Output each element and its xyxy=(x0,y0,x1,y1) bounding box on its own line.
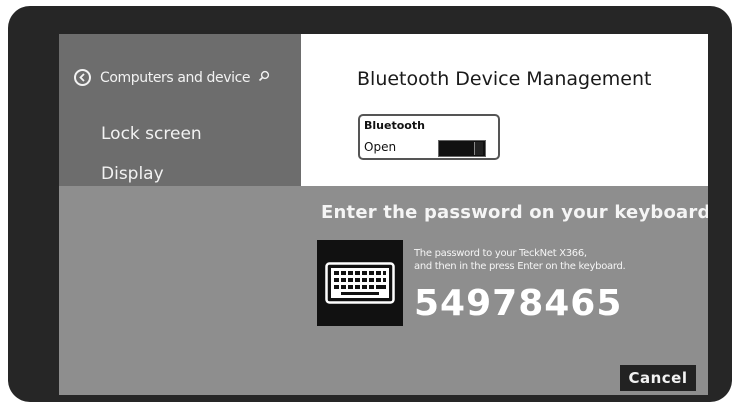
back-arrow-icon[interactable] xyxy=(74,69,91,86)
bluetooth-toggle-state: Open xyxy=(364,140,397,154)
back-nav[interactable]: Computers and device xyxy=(74,69,270,86)
pairing-prompt: Enter the password on your keyboard xyxy=(321,202,708,223)
tablet-bezel: Computers and device Lock screen Display… xyxy=(8,6,732,402)
bluetooth-toggle-group: Bluetooth Open xyxy=(358,114,500,160)
screen: Computers and device Lock screen Display… xyxy=(59,34,708,395)
sidebar-item-lock-screen[interactable]: Lock screen xyxy=(101,124,202,144)
instruction-line-1: The password to your TeckNet X366, xyxy=(414,248,587,259)
keyboard-tile xyxy=(317,240,403,326)
keyboard-icon xyxy=(325,262,395,304)
bluetooth-toggle-switch[interactable] xyxy=(438,140,486,157)
bluetooth-panel: Bluetooth Device Management Bluetooth Op… xyxy=(301,34,708,186)
settings-sidebar: Computers and device Lock screen Display xyxy=(59,34,301,186)
bluetooth-toggle-title: Bluetooth xyxy=(364,119,425,132)
search-icon[interactable] xyxy=(258,70,270,86)
page-title: Bluetooth Device Management xyxy=(357,68,652,90)
pairing-instructions: The password to your TeckNet X366, and t… xyxy=(414,247,626,273)
back-nav-label: Computers and device xyxy=(100,69,251,86)
passkey-code: 54978465 xyxy=(414,283,623,324)
instruction-line-2: and then in the press Enter on the keybo… xyxy=(414,261,626,272)
cancel-button[interactable]: Cancel xyxy=(620,365,696,391)
sidebar-item-display[interactable]: Display xyxy=(101,164,164,184)
